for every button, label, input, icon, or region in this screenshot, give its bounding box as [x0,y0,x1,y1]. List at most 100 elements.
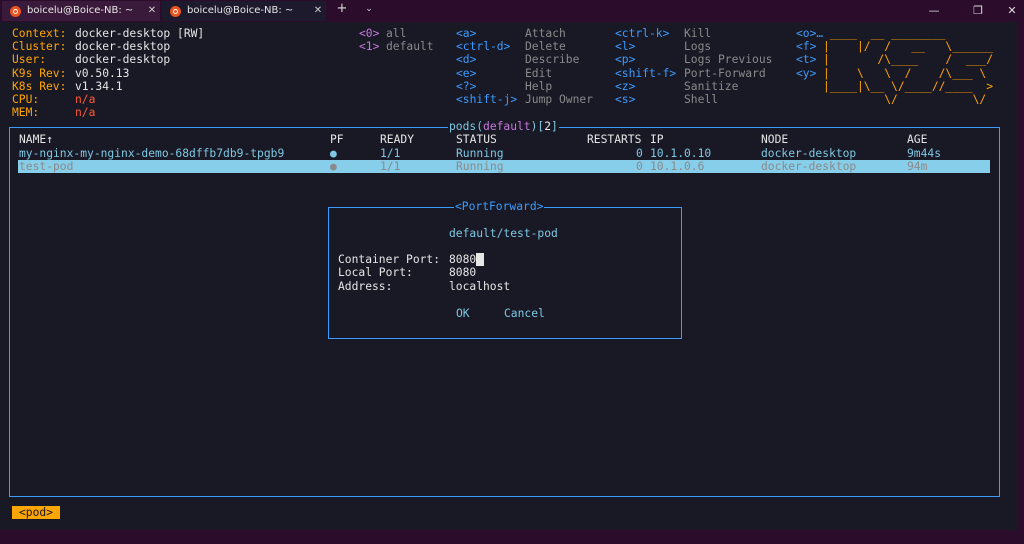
text-cursor [476,253,484,266]
tab-label: boicelu@Boice-NB: ~ [187,5,294,17]
cell-name: test-pod [19,160,74,173]
shortcut-label-shell: Shell [684,93,719,106]
k8s-rev-label: K8s Rev: [12,80,67,93]
shortcut-key-o: <o>… [796,27,824,40]
column-header-ip[interactable]: IP [650,133,664,146]
k9s-logo-line: | \ \ / /\___ \ [823,67,994,80]
cancel-button[interactable]: Cancel [504,307,545,320]
tab-close-icon[interactable]: ✕ [310,4,326,17]
scrollbar[interactable] [1018,22,1024,530]
shortcut-label-logs: Logs [684,40,712,53]
shortcut-key-logs-previous: <p> [615,53,636,66]
column-header-pf[interactable]: PF [330,133,344,146]
shortcut-key-describe: <d> [456,53,477,66]
namespace-label-all[interactable]: all [386,27,406,40]
cell-status: Running [456,160,504,173]
shortcut-key-kill: <ctrl-k> [615,27,670,40]
mem-value: n/a [75,106,96,119]
shortcut-key-y: <y> [796,67,817,80]
title-bracket: ] [551,120,558,133]
shortcut-key-shell: <s> [615,93,636,106]
cell-ready: 1/1 [380,147,401,160]
tab-dropdown-icon[interactable]: ⌄ [362,3,376,19]
maximize-button[interactable]: ❐ [956,0,1000,22]
user-label: User: [12,53,47,66]
container-port-field[interactable]: 8080 [449,253,476,266]
terminal-tab-1[interactable]: boicelu@Boice-NB: ~ ✕ [2,1,160,21]
address-label: Address: [338,280,393,293]
shortcut-label-jump-owner: Jump Owner [525,93,594,106]
namespace-label-default[interactable]: default [386,40,434,53]
shortcut-label-logs-previous: Logs Previous [684,53,773,66]
column-header-node[interactable]: NODE [761,133,788,146]
breadcrumb[interactable]: <pod> [12,506,61,519]
minimize-button[interactable]: — [912,0,956,22]
shortcut-key-delete: <ctrl-d> [456,40,511,53]
shortcut-key-help: <?> [456,80,477,93]
shortcut-key-edit: <e> [456,67,477,80]
cluster-label: Cluster: [12,40,67,53]
shortcut-key-sanitize: <z> [615,80,636,93]
k9s-logo-line: | |/ / __ \______ [823,40,994,53]
cell-node: docker-desktop [761,147,857,160]
shortcut-label-edit: Edit [525,67,553,80]
cell-age: 9m44s [907,147,942,160]
shortcut-label-delete: Delete [525,40,566,53]
shortcut-key-jump-owner: <shift-j> [456,93,518,106]
namespace-key-1[interactable]: <1> [359,40,379,53]
column-header-status[interactable]: STATUS [456,133,497,146]
context-value: docker-desktop [RW] [75,27,205,40]
cell-restarts: 0 [636,147,643,160]
mem-label: MEM: [12,106,40,119]
cpu-label: CPU: [12,93,40,106]
shortcut-label-help: Help [525,80,553,93]
column-header-ready[interactable]: READY [380,133,414,146]
cluster-value: docker-desktop [75,40,171,53]
address-field[interactable]: localhost [449,280,510,293]
window-bottom-border [0,530,1024,544]
close-window-button[interactable]: ✕ [1000,0,1024,22]
namespace-key-0[interactable]: <0> [359,27,379,40]
shortcut-label-attach: Attach [525,27,566,40]
tab-close-icon[interactable]: ✕ [144,4,160,17]
cell-age: 94m [907,160,928,173]
new-tab-button[interactable]: + [334,2,350,20]
dialog-target: default/test-pod [449,227,558,240]
shortcut-key-logs: <l> [615,40,636,53]
cell-ip: 10.1.0.6 [650,160,705,173]
dialog-title: <PortForward> [454,200,545,214]
cpu-value: n/a [75,93,96,106]
user-value: docker-desktop [75,53,171,66]
cell-pf: ● [330,160,337,173]
local-port-label: Local Port: [338,266,413,279]
context-label: Context: [12,27,67,40]
column-header-restarts[interactable]: RESTARTS [587,133,641,146]
cell-node: docker-desktop [761,160,857,173]
shortcut-key-port-forward: <shift-f> [615,67,677,80]
title-resource: pods( [449,120,484,133]
k9s-logo-line: ____ __ ________ [823,27,994,40]
cell-restarts: 0 [636,160,643,173]
cell-ready: 1/1 [380,160,401,173]
column-header-name[interactable]: NAME↑ [19,133,53,146]
title-separator: )[ [530,120,545,133]
ubuntu-icon [10,5,21,17]
k9s-rev-value: v0.50.13 [75,67,130,80]
ok-button[interactable]: OK [456,307,470,320]
shortcut-key-attach: <a> [456,27,477,40]
cell-pf: ● [330,147,337,160]
k9s-logo-line: |____|\__ \/____//____ > [823,80,994,93]
tab-label: boicelu@Boice-NB: ~ [27,5,134,17]
ubuntu-icon [170,5,181,17]
k9s-logo-line: \/ \/ [823,93,994,106]
cell-status: Running [456,147,504,160]
k9s-logo-line: | /\____ / ___/ [823,53,994,66]
terminal-tab-2[interactable]: boicelu@Boice-NB: ~ ✕ [162,1,326,21]
k8s-rev-value: v1.34.1 [75,80,123,93]
local-port-field[interactable]: 8080 [449,266,476,279]
shortcut-key-f: <f> [796,40,817,53]
column-header-age[interactable]: AGE [907,133,927,146]
shortcut-label-kill: Kill [684,27,712,40]
shortcut-label-describe: Describe [525,53,580,66]
shortcut-key-t: <t> [796,53,817,66]
